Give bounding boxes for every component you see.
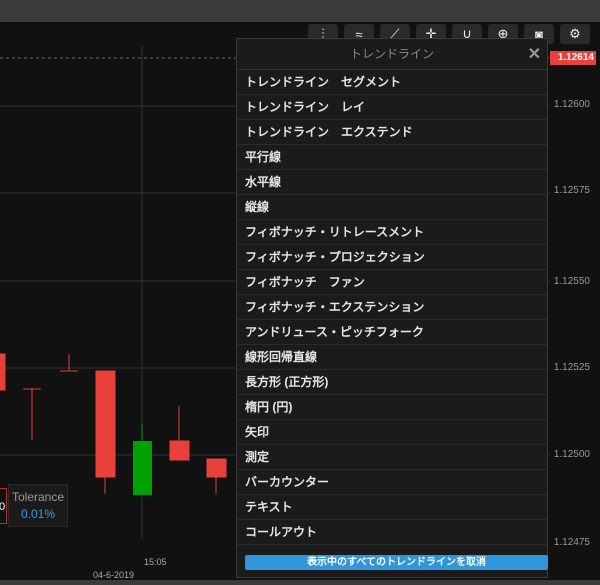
price-label: 1.12600 bbox=[553, 99, 590, 110]
menu-item[interactable]: フィボナッチ・エクステンション bbox=[237, 295, 547, 320]
menu-item[interactable]: フィボナッチ ファン bbox=[237, 270, 547, 295]
menu-item[interactable]: アンドリュース・ピッチフォーク bbox=[237, 320, 547, 345]
menu-item[interactable]: 矢印 bbox=[237, 420, 547, 445]
price-label: 1.12575 bbox=[553, 185, 590, 196]
menu-item[interactable]: 測定 bbox=[237, 445, 547, 470]
menu-item[interactable]: フィボナッチ・プロジェクション bbox=[237, 245, 547, 270]
candle bbox=[169, 440, 190, 461]
menu-item[interactable]: バーカウンター bbox=[237, 470, 547, 495]
tolerance-box: Tolerance 0.01% bbox=[8, 484, 68, 527]
bottom-bar bbox=[0, 580, 600, 585]
menu-item[interactable]: トレンドライン エクステンド bbox=[237, 120, 547, 145]
price-label: 1.12500 bbox=[553, 449, 590, 460]
tolerance-value: 0.01% bbox=[20, 507, 56, 521]
current-price-tag: 1.12614 bbox=[550, 51, 596, 65]
menu-item[interactable]: 水平線 bbox=[237, 170, 547, 195]
close-icon[interactable]: ✕ bbox=[528, 39, 541, 70]
price-label: 1.12550 bbox=[553, 276, 590, 287]
candle bbox=[206, 458, 227, 478]
menu-item[interactable]: トレンドライン レイ bbox=[237, 95, 547, 120]
cancel-all-trendlines-button[interactable]: 表示中のすべてのトレンドラインを取消 bbox=[245, 555, 548, 570]
trendline-menu: トレンドライン ✕ トレンドライン セグメント トレンドライン レイ トレンドライン… bbox=[236, 38, 548, 578]
date-label: 04-6-2019 bbox=[93, 570, 135, 580]
menu-item[interactable]: 線形回帰直線 bbox=[237, 345, 547, 370]
menu-item[interactable]: 長方形 (正方形) bbox=[237, 370, 547, 395]
menu-item[interactable]: トレンドライン セグメント bbox=[237, 70, 547, 95]
menu-item[interactable]: 平行線 bbox=[237, 145, 547, 170]
partial-value-box: 0 bbox=[0, 488, 7, 524]
candle bbox=[133, 441, 152, 495]
price-label: 1.12475 bbox=[553, 537, 590, 548]
menu-header: トレンドライン ✕ bbox=[237, 39, 547, 70]
menu-item[interactable]: 楕円 (円) bbox=[237, 395, 547, 420]
tolerance-label: Tolerance bbox=[11, 490, 65, 504]
candle bbox=[0, 353, 6, 391]
menu-item[interactable]: フィボナッチ・リトレースメント bbox=[237, 220, 547, 245]
menu-item[interactable]: 縦線 bbox=[237, 195, 547, 220]
menu-item[interactable]: コールアウト bbox=[237, 520, 547, 545]
menu-title: トレンドライン bbox=[349, 47, 434, 61]
time-label: 15:05 bbox=[144, 557, 167, 567]
candle bbox=[95, 370, 116, 478]
price-label: 1.12525 bbox=[553, 362, 590, 373]
menu-item[interactable]: テキスト bbox=[237, 495, 547, 520]
